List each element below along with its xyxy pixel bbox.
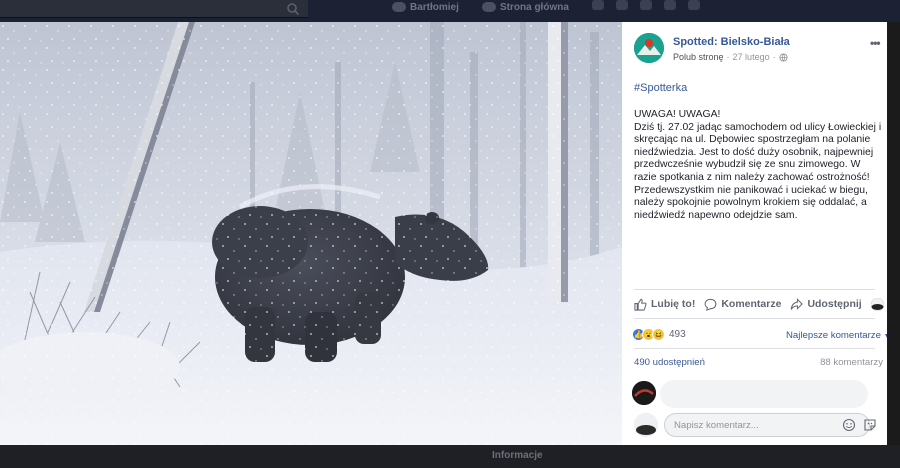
composer-avatar: [634, 413, 658, 437]
reaction-count: 493: [669, 329, 686, 340]
emoji-icon[interactable]: [842, 418, 856, 432]
comment-bubble: [660, 380, 868, 408]
post-paragraph: Dziś tj. 27.02 jadąc samochodem od ulicy…: [634, 121, 882, 221]
comment-composer[interactable]: [664, 413, 870, 437]
photo-viewer: Bartłomiej Strona główna Spotted: Bielsk…: [0, 0, 900, 468]
friend-requests-icon[interactable]: [592, 0, 604, 10]
top-navigation-bar: Bartłomiej Strona główna: [0, 0, 900, 22]
bear-in-snow-image: [0, 22, 622, 445]
nav-home-link[interactable]: Strona główna: [482, 0, 569, 14]
post-photo[interactable]: [0, 22, 622, 445]
sticker-icon[interactable]: [863, 418, 877, 432]
home-icon: [482, 2, 496, 12]
post-actions: Lubię to! Komentarze Udostępnij ▼: [634, 296, 893, 312]
more-options-icon[interactable]: •••: [870, 36, 881, 50]
info-heading: Informacje: [492, 450, 543, 461]
meta-separator: ·: [726, 52, 730, 62]
shares-count-link[interactable]: 490 udostępnień: [634, 357, 705, 368]
comment-input[interactable]: [674, 418, 834, 433]
notifications-icon[interactable]: [640, 0, 652, 10]
comment-icon: [704, 298, 717, 311]
share-button[interactable]: Udostępnij: [790, 297, 862, 311]
user-avatar: [870, 297, 884, 311]
page-name-link[interactable]: Spotted: Bielsko-Biała: [673, 36, 790, 48]
comment-label: Komentarze: [721, 298, 782, 310]
globe-icon: [779, 52, 788, 62]
like-button[interactable]: Lubię to!: [634, 298, 695, 311]
search-bar[interactable]: [0, 0, 308, 18]
page-behind-overlay: Informacje: [0, 445, 900, 468]
scroll-edge: [887, 22, 900, 445]
comment-sort-label: Najlepsze komentarze: [786, 330, 881, 341]
divider: [634, 318, 875, 319]
profile-name: Bartłomiej: [410, 1, 459, 13]
comment-button[interactable]: Komentarze: [704, 298, 781, 311]
account-menu-icon[interactable]: [688, 0, 700, 10]
search-icon[interactable]: [286, 2, 300, 16]
post-side-panel: Spotted: Bielsko-Biała Polub stronę · 27…: [622, 22, 893, 445]
post-date[interactable]: 27 lutego: [733, 52, 770, 62]
post-body: UWAGA! UWAGA! Dziś tj. 27.02 jadąc samoc…: [634, 109, 882, 222]
meta-separator-2: ·: [772, 52, 776, 62]
commenter-avatar[interactable]: [632, 381, 656, 405]
like-page-link[interactable]: Polub stronę: [673, 52, 724, 62]
nav-profile-link[interactable]: Bartłomiej: [392, 0, 459, 14]
help-icon[interactable]: [664, 0, 676, 10]
comments-count-link[interactable]: 88 komentarzy: [820, 357, 883, 368]
haha-reaction-icon: 😆: [652, 328, 665, 341]
home-label: Strona główna: [500, 1, 569, 13]
post-hashtag[interactable]: #Spotterka: [634, 82, 687, 94]
messages-icon[interactable]: [616, 0, 628, 10]
comment-sort-dropdown[interactable]: Najlepsze komentarze ▼: [786, 330, 891, 341]
share-label: Udostępnij: [807, 298, 862, 310]
profile-avatar: [392, 2, 406, 12]
top-bar-icons: [592, 0, 700, 10]
post-meta: Polub stronę · 27 lutego ·: [673, 52, 788, 62]
like-label: Lubię to!: [651, 298, 696, 310]
reaction-summary[interactable]: 👍 😮 😆 493: [632, 328, 686, 341]
divider: [634, 289, 875, 290]
page-avatar[interactable]: [634, 33, 664, 63]
like-icon: [634, 298, 647, 311]
post-paragraph: UWAGA! UWAGA!: [634, 109, 721, 120]
share-icon: [791, 297, 804, 310]
divider: [634, 348, 875, 349]
